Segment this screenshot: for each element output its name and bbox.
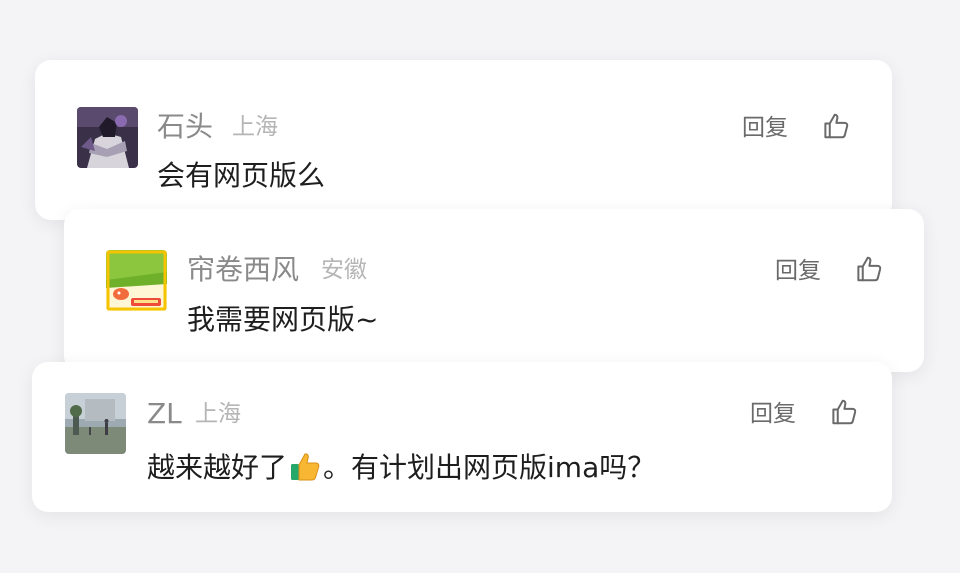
thumbs-up-emoji-icon: [288, 449, 322, 483]
comment-card: 帘卷西风 安徽 我需要网页版~ 回复: [64, 209, 924, 372]
reply-button[interactable]: 回复: [750, 403, 796, 426]
username[interactable]: ZL: [147, 400, 182, 428]
comment-card: 石头 上海 会有网页版么 回复: [35, 60, 892, 220]
user-location: 上海: [195, 401, 241, 427]
user-avatar[interactable]: [65, 393, 126, 454]
thumbs-up-icon[interactable]: [829, 397, 859, 427]
user-avatar[interactable]: [77, 107, 138, 168]
comment-text: 我需要网页版~: [187, 303, 379, 336]
comment-text: 越来越好了 。有计划出网页版ima吗？: [147, 449, 655, 483]
user-avatar[interactable]: [106, 250, 167, 311]
user-location: 安徽: [321, 257, 367, 283]
anime-character-avatar-icon: [77, 107, 138, 168]
green-fish-avatar-icon: [106, 250, 167, 311]
comment-text-after-emoji: 。有计划出网页版ima吗？: [323, 451, 656, 484]
thumbs-up-icon[interactable]: [821, 111, 851, 141]
thumbs-up-icon[interactable]: [854, 254, 884, 284]
user-location: 上海: [232, 114, 278, 140]
comment-text-before-emoji: 越来越好了: [147, 451, 288, 484]
outdoor-photo-avatar-icon: [65, 393, 126, 454]
reply-button[interactable]: 回复: [742, 117, 788, 140]
reply-button[interactable]: 回复: [775, 260, 821, 283]
comment-card: ZL 上海 越来越好了 。有计划出网页版ima吗？ 回复: [32, 362, 892, 512]
username[interactable]: 帘卷西风: [187, 256, 299, 284]
comment-text: 会有网页版么: [157, 159, 326, 192]
username[interactable]: 石头: [157, 113, 213, 141]
